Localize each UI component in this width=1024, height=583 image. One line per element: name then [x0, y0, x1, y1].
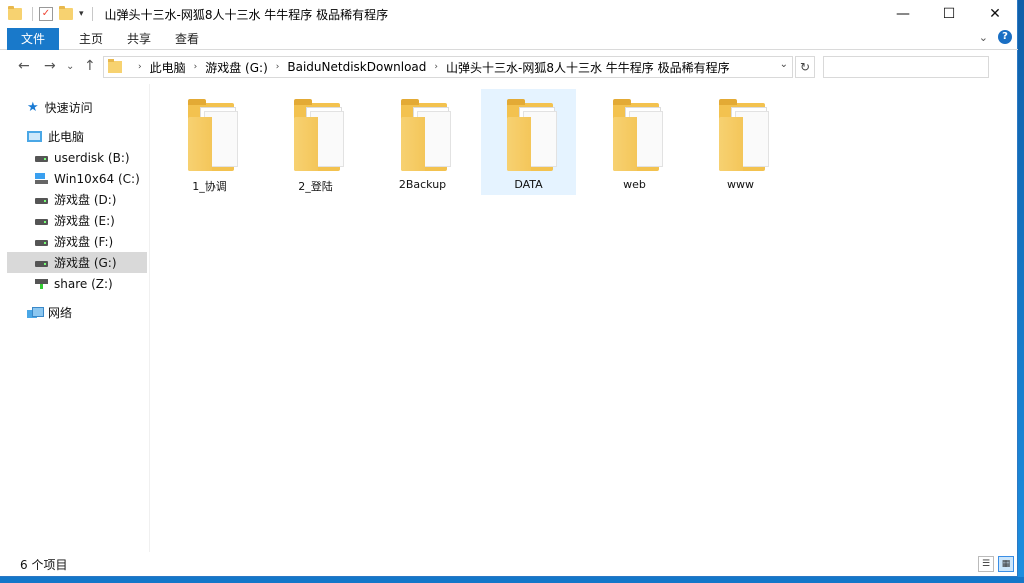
ribbon-controls: ⌄ ?: [979, 30, 1012, 44]
sidebar-item-this-pc[interactable]: 此电脑: [7, 126, 147, 147]
sidebar-item-drive-f[interactable]: 游戏盘 (F:): [7, 231, 147, 252]
explorer-window: ✓ ▾ 山弹头十三水-网狐8人十三水 牛牛程序 极品稀有程序 — ☐ ✕ 文件 …: [0, 0, 1018, 577]
view-switcher: ☰ ▦: [974, 556, 1014, 572]
folder-icon: [717, 99, 773, 173]
navigation-bar: ← → ⌄ ↑ › 此电脑 › 游戏盘 (G:) › BaiduNetdiskD…: [0, 52, 1018, 82]
recent-locations-chevron-icon[interactable]: ⌄: [66, 61, 74, 72]
drive-icon: [35, 198, 48, 204]
folder-icon: [505, 99, 561, 173]
folder-item[interactable]: web: [587, 89, 682, 195]
drive-icon: [35, 240, 48, 246]
folder-name: 1_协调: [192, 180, 227, 193]
tab-share[interactable]: 共享: [115, 28, 163, 50]
folder-name: DATA: [514, 178, 543, 191]
folder-icon: [108, 59, 122, 73]
sidebar-item-label: 游戏盘 (F:): [54, 235, 114, 249]
tab-home[interactable]: 主页: [67, 28, 115, 50]
breadcrumb-separator-icon[interactable]: ›: [434, 62, 438, 72]
customize-toolbar-chevron-icon[interactable]: ▾: [79, 9, 84, 19]
details-view-icon[interactable]: ☰: [978, 556, 994, 572]
sidebar-item-drive-d[interactable]: 游戏盘 (D:): [7, 189, 147, 210]
sidebar-item-label: Win10x64 (C:): [54, 171, 140, 186]
title-bar: ✓ ▾ 山弹头十三水-网狐8人十三水 牛牛程序 极品稀有程序 — ☐ ✕: [0, 0, 1018, 28]
folder-item[interactable]: 2Backup: [375, 89, 470, 195]
sidebar-item-label: 游戏盘 (E:): [54, 214, 115, 228]
drive-icon: [35, 219, 48, 225]
sidebar-item-label: share (Z:): [54, 276, 113, 291]
item-count: 6 个项目: [20, 558, 68, 572]
folder-icon: [611, 99, 667, 173]
sidebar-item-drive-c[interactable]: Win10x64 (C:): [7, 168, 147, 189]
search-input[interactable]: [823, 56, 989, 78]
sidebar-item-label: 快速访问: [44, 101, 93, 115]
folder-name: 2Backup: [398, 178, 447, 191]
sidebar-item-drive-b[interactable]: userdisk (B:): [7, 147, 147, 168]
close-button[interactable]: ✕: [972, 0, 1018, 28]
sidebar-item-network[interactable]: 网络: [7, 302, 147, 323]
breadcrumb-separator-icon[interactable]: ›: [138, 62, 142, 72]
sidebar-item-label: 游戏盘 (G:): [54, 256, 117, 270]
folder-name: www: [727, 178, 754, 191]
sidebar-item-label: userdisk (B:): [54, 150, 130, 165]
drive-icon: [35, 156, 48, 162]
help-icon[interactable]: ?: [998, 30, 1012, 44]
back-arrow-icon[interactable]: ←: [18, 58, 30, 74]
sidebar-item-quick-access[interactable]: ★ 快速访问: [7, 97, 147, 118]
window-title: 山弹头十三水-网狐8人十三水 牛牛程序 极品稀有程序: [104, 7, 389, 22]
folder-icon: [186, 99, 242, 173]
folder-icon: [399, 99, 455, 173]
tab-view[interactable]: 查看: [163, 28, 211, 50]
breadcrumb: › 此电脑 › 游戏盘 (G:) › BaiduNetdiskDownload …: [130, 59, 730, 76]
sidebar-item-label: 网络: [48, 306, 73, 320]
breadcrumb-separator-icon[interactable]: ›: [276, 62, 280, 72]
sidebar-item-drive-z[interactable]: share (Z:): [7, 273, 147, 294]
forward-arrow-icon[interactable]: →: [44, 58, 56, 74]
maximize-button[interactable]: ☐: [926, 0, 972, 28]
minimize-button[interactable]: —: [880, 0, 926, 28]
expand-ribbon-chevron-icon[interactable]: ⌄: [979, 31, 988, 44]
drive-icon: [35, 261, 48, 267]
folder-name: web: [623, 178, 646, 191]
file-list: 1_协调 2_登陆 2Backup DATA web www: [150, 84, 1018, 552]
folder-item-selected[interactable]: DATA: [481, 89, 576, 195]
sidebar-item-label: 此电脑: [48, 130, 85, 144]
folder-item[interactable]: 1_协调: [162, 89, 257, 195]
status-bar: 6 个项目 ☰ ▦: [0, 552, 1018, 577]
up-arrow-icon[interactable]: ↑: [84, 58, 96, 74]
computer-icon: [27, 131, 42, 142]
address-bar[interactable]: › 此电脑 › 游戏盘 (G:) › BaiduNetdiskDownload …: [103, 56, 793, 78]
network-drive-icon: [35, 278, 48, 289]
quick-access-toolbar: ✓ ▾: [0, 0, 99, 28]
toolbar-divider: [32, 7, 33, 21]
breadcrumb-separator-icon[interactable]: ›: [194, 62, 198, 72]
folder-item[interactable]: 2_登陆: [268, 89, 363, 195]
tab-file[interactable]: 文件: [7, 27, 60, 50]
toolbar-divider: [91, 7, 93, 21]
breadcrumb-this-pc[interactable]: 此电脑: [150, 59, 186, 76]
address-dropdown-chevron-icon[interactable]: ⌄: [780, 59, 788, 70]
properties-icon[interactable]: ✓: [39, 7, 53, 21]
refresh-button[interactable]: ↻: [795, 56, 815, 78]
desktop-background: [1018, 0, 1024, 583]
breadcrumb-current-folder[interactable]: 山弹头十三水-网狐8人十三水 牛牛程序 极品稀有程序: [446, 59, 730, 76]
folder-icon: [292, 99, 348, 173]
breadcrumb-drive-g[interactable]: 游戏盘 (G:): [205, 59, 268, 76]
caption-buttons: — ☐ ✕: [880, 0, 1018, 28]
star-icon: ★: [27, 100, 39, 115]
windows-drive-icon: [35, 173, 48, 184]
breadcrumb-baidu-download[interactable]: BaiduNetdiskDownload: [287, 60, 426, 74]
new-folder-icon[interactable]: [59, 6, 73, 20]
folder-item[interactable]: www: [693, 89, 788, 195]
folder-name: 2_登陆: [298, 180, 333, 193]
sidebar-item-drive-g[interactable]: 游戏盘 (G:): [7, 252, 147, 273]
sidebar-item-label: 游戏盘 (D:): [54, 193, 117, 207]
ribbon-tabs: 文件 主页 共享 查看 ⌄ ?: [0, 27, 1018, 50]
sidebar-item-drive-e[interactable]: 游戏盘 (E:): [7, 210, 147, 231]
taskbar-edge: [0, 577, 1024, 583]
large-icons-view-icon[interactable]: ▦: [998, 556, 1014, 572]
folder-icon: [8, 6, 22, 20]
navigation-pane: ★ 快速访问 此电脑 userdisk (B:) Win10x64 (C:) 游…: [7, 88, 147, 323]
network-icon: [27, 306, 44, 319]
